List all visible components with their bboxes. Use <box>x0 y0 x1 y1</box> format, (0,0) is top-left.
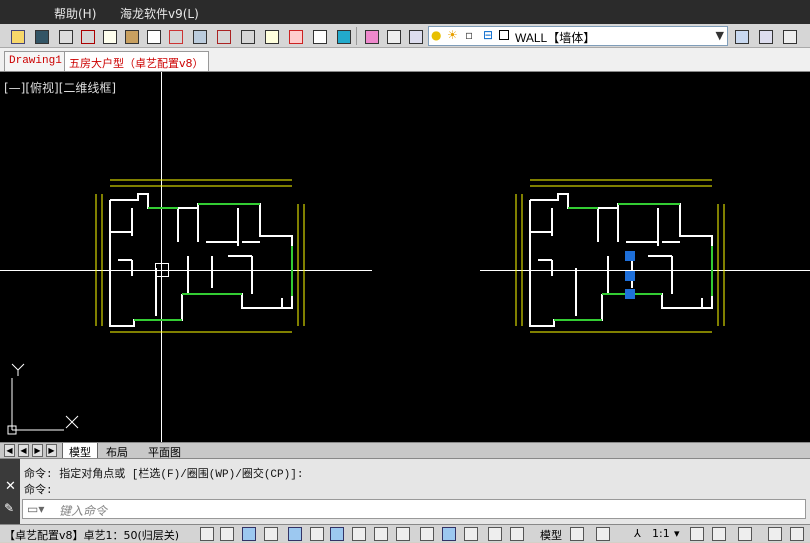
sc-icon[interactable] <box>464 527 478 541</box>
first-tab-icon[interactable]: ◀ <box>4 444 15 457</box>
floor-plan-right[interactable] <box>512 176 730 338</box>
standard-toolbar: ● ☀ ▫ ⊟ WALL【墙体】 ▼ <box>0 24 810 48</box>
annotation-visibility-icon[interactable] <box>690 527 704 541</box>
command-input[interactable]: ▭▾ 键入命令 <box>22 499 806 519</box>
viewport-label[interactable]: [—][俯视][二维线框] <box>4 79 116 96</box>
drawing-canvas[interactable]: [—][俯视][二维线框] <box>0 72 810 442</box>
layer-color-swatch <box>499 30 509 40</box>
layer-previous-icon[interactable] <box>756 27 774 45</box>
lwt-icon[interactable] <box>396 527 410 541</box>
floor-plan-left[interactable] <box>92 176 310 338</box>
save-icon[interactable] <box>32 27 50 45</box>
grip-point <box>625 251 635 261</box>
paste-icon[interactable] <box>122 27 140 45</box>
close-icon[interactable]: ✕ <box>5 479 16 494</box>
print-icon[interactable] <box>56 27 74 45</box>
snap-icon[interactable] <box>200 527 214 541</box>
sun-icon: ☀ <box>447 28 458 42</box>
quick-view-layouts-icon[interactable] <box>570 527 584 541</box>
lock-ui-icon[interactable] <box>768 527 782 541</box>
am-icon[interactable] <box>488 527 502 541</box>
command-window-grip[interactable]: ✕ ✎ <box>0 459 20 525</box>
fullscreen-icon[interactable] <box>790 527 804 541</box>
zoom-icon[interactable] <box>238 27 256 45</box>
layer-dropdown[interactable]: ● ☀ ▫ ⊟ WALL【墙体】 ▼ <box>428 26 728 46</box>
chevron-down-icon: ▼ <box>715 29 724 42</box>
cut-icon[interactable] <box>78 27 96 45</box>
ucs-icon <box>7 363 79 435</box>
lock-icon: ▫ <box>465 28 474 42</box>
otrack-icon[interactable] <box>330 527 344 541</box>
3d-osnap-icon[interactable] <box>310 527 324 541</box>
model-space-label[interactable]: 模型 <box>540 527 562 543</box>
gear-icon[interactable] <box>738 527 752 541</box>
tool-palettes-icon[interactable] <box>362 27 380 45</box>
grid-icon[interactable] <box>220 527 234 541</box>
tpy-icon[interactable] <box>420 527 434 541</box>
properties-icon[interactable] <box>310 27 328 45</box>
zoom-previous-icon[interactable] <box>286 27 304 45</box>
dyn-icon[interactable] <box>374 527 388 541</box>
layer-lock-icon: ⊟ <box>483 28 494 42</box>
workspace-label[interactable]: 【卓艺配置v8】卓艺1：50(归层关) <box>4 527 179 543</box>
ortho-icon[interactable] <box>242 527 256 541</box>
auto-scale-icon[interactable] <box>712 527 726 541</box>
ducs-icon[interactable] <box>352 527 366 541</box>
pan-icon[interactable] <box>214 27 232 45</box>
new-icon[interactable] <box>8 27 26 45</box>
osnap-icon[interactable] <box>288 527 302 541</box>
redo-icon[interactable] <box>190 27 208 45</box>
sheet-set-icon[interactable] <box>384 27 402 45</box>
menu-bar: 帮助(H) 海龙软件v9(L) <box>0 0 810 24</box>
quick-view-drawings-icon[interactable] <box>596 527 610 541</box>
command-prompt-icon[interactable]: ▭▾ <box>27 502 44 516</box>
grip-point <box>625 271 635 281</box>
command-placeholder: 键入命令 <box>59 504 108 518</box>
toolbar-separator <box>356 27 357 45</box>
tab-layout[interactable]: 布局 <box>100 443 134 459</box>
wrench-icon[interactable]: ✎ <box>4 501 14 515</box>
polar-icon[interactable] <box>264 527 278 541</box>
tab-active-drawing[interactable]: 五房大户型（卓艺配置v8） <box>64 51 209 71</box>
layer-state-icon[interactable] <box>732 27 750 45</box>
chevron-down-icon[interactable]: ▾ <box>674 527 680 540</box>
next-tab-icon[interactable]: ▶ <box>32 444 43 457</box>
command-history-line: 命令: <box>24 485 53 497</box>
undo-icon[interactable] <box>166 27 184 45</box>
tab-drawing1[interactable]: Drawing1 <box>4 51 67 71</box>
prev-tab-icon[interactable]: ◀ <box>18 444 29 457</box>
tab-model[interactable]: 模型 <box>62 443 98 459</box>
menu-help[interactable]: 帮助(H) <box>54 5 96 22</box>
tab-floor-plan[interactable]: 平面图 <box>142 443 187 459</box>
last-tab-icon[interactable]: ▶ <box>46 444 57 457</box>
layout-tabs: ◀ ◀ ▶ ▶ 模型 布局 平面图 <box>0 442 810 459</box>
command-history-line: 命令: 指定对角点或 [栏选(F)/圈围(WP)/圈交(CP)]: <box>24 469 304 481</box>
status-bar: 【卓艺配置v8】卓艺1：50(归层关) 模型 ⅄ 1:1 ▾ <box>0 524 810 542</box>
menu-hailong[interactable]: 海龙软件v9(L) <box>120 5 199 22</box>
selection-cycling-icon[interactable] <box>510 527 524 541</box>
design-center-icon[interactable] <box>334 27 352 45</box>
match-properties-icon[interactable] <box>144 27 162 45</box>
grip-point <box>625 289 635 299</box>
command-window: ✕ ✎ 命令: 指定对角点或 [栏选(F)/圈围(WP)/圈交(CP)]: 命令… <box>0 458 810 525</box>
annotation-scale[interactable]: 1:1 <box>652 527 670 540</box>
zoom-window-icon[interactable] <box>262 27 280 45</box>
layer-name: WALL【墙体】 <box>515 31 596 45</box>
markup-icon[interactable] <box>406 27 424 45</box>
document-tabs: Drawing1 五房大户型（卓艺配置v8） <box>0 48 810 72</box>
layer-properties-icon[interactable] <box>780 27 798 45</box>
lightbulb-icon: ● <box>431 28 442 42</box>
copy-icon[interactable] <box>100 27 118 45</box>
qp-icon[interactable] <box>442 527 456 541</box>
annotation-scale-icon[interactable]: ⅄ <box>634 527 641 540</box>
